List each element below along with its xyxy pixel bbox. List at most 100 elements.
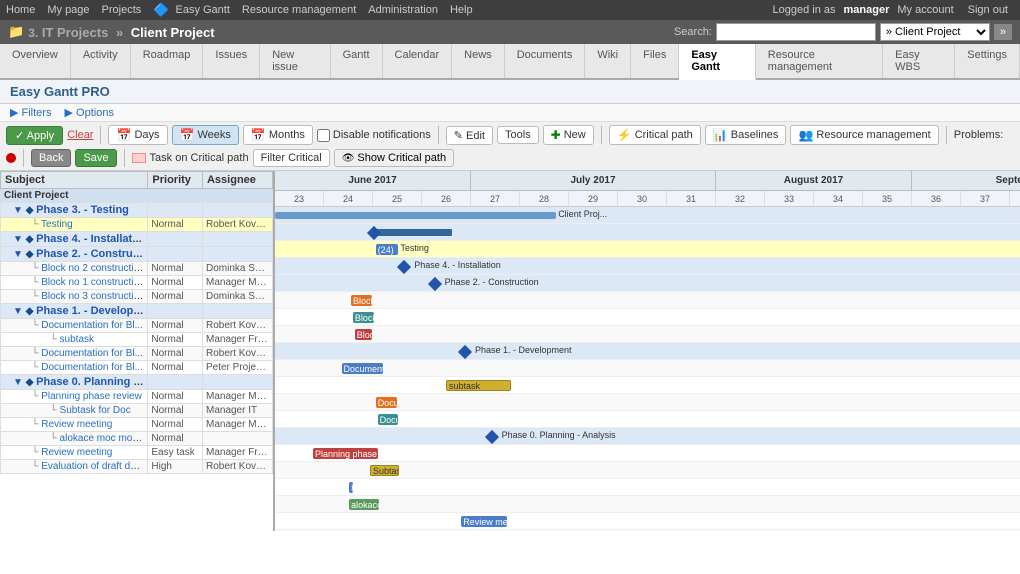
tab-gantt[interactable]: Gantt <box>331 44 383 78</box>
sign-out-link[interactable]: Sign out <box>968 4 1008 16</box>
gantt-bar[interactable]: Documentation for Block no 1 <box>376 397 397 408</box>
task-label[interactable]: subtask <box>60 334 94 345</box>
tab-easygantt[interactable]: Easy Gantt <box>679 44 755 80</box>
task-tree-icon: └ <box>31 362 38 373</box>
table-row: └ alokace moc moc mc... Normal <box>1 432 273 446</box>
apply-button[interactable]: ✓ Apply <box>6 126 63 145</box>
my-account-link[interactable]: My account <box>897 4 953 16</box>
options-toggle[interactable]: ▶ Options <box>65 106 114 119</box>
task-assignee-cell <box>202 232 272 247</box>
task-label[interactable]: Documentation for Bl... <box>41 320 143 331</box>
search-scope-select[interactable]: » Client Project <box>880 23 990 41</box>
tab-resource-mgmt[interactable]: Resource management <box>756 44 883 78</box>
filter-critical-button[interactable]: Filter Critical <box>253 149 330 167</box>
task-label[interactable]: Testing <box>41 219 73 230</box>
gantt-bar[interactable]: Block no 1 constructing <box>353 312 374 323</box>
right-panel[interactable]: June 2017July 2017August 2017September 2… <box>275 171 1020 531</box>
task-label[interactable]: Block no 1 constructing <box>41 277 144 288</box>
save-button[interactable]: Save <box>75 149 116 167</box>
gantt-bar[interactable]: Block no 3 constructing <box>355 329 372 340</box>
tab-calendar[interactable]: Calendar <box>383 44 453 78</box>
gantt-bar[interactable]: Subtask for Doc <box>370 465 399 476</box>
tab-files[interactable]: Files <box>631 44 679 78</box>
task-label[interactable]: Review meeting <box>41 419 112 430</box>
phase-toggle[interactable]: ▼ <box>13 377 23 388</box>
critical-path-button[interactable]: ⚡ Critical path <box>609 125 701 145</box>
tab-newissue[interactable]: New issue <box>260 44 330 78</box>
task-label[interactable]: Planning phase review <box>41 391 142 402</box>
tab-news[interactable]: News <box>452 44 505 78</box>
task-label[interactable]: Block no 2 constructing <box>41 263 144 274</box>
task-label[interactable]: Subtask for Doc <box>60 405 131 416</box>
gantt-bar[interactable] <box>376 229 452 236</box>
main-tabs: Overview Activity Roadmap Issues New iss… <box>0 44 1020 80</box>
back-button[interactable]: Back <box>31 149 71 167</box>
gantt-bar[interactable] <box>275 212 556 219</box>
task-label[interactable]: Documentation for Bl... <box>41 362 143 373</box>
col-assignee[interactable]: Assignee <box>202 172 272 189</box>
task-label[interactable]: Evaluation of draft doc... <box>41 461 148 472</box>
phase-label[interactable]: Phase 1. - Development <box>36 305 148 317</box>
phase-toggle[interactable]: ▼ <box>13 249 23 260</box>
phase-label[interactable]: Phase 3. - Testing <box>36 204 129 216</box>
disable-notifications-label[interactable]: Disable notifications <box>317 129 431 142</box>
search-btn[interactable]: » <box>994 24 1012 40</box>
baselines-button[interactable]: 📊 Baselines <box>705 125 787 145</box>
tools-button[interactable]: Tools <box>497 126 539 144</box>
tab-documents[interactable]: Documents <box>505 44 586 78</box>
nav-help[interactable]: Help <box>450 4 473 16</box>
filters-toggle[interactable]: ▶ Filters <box>10 106 51 119</box>
task-label[interactable]: Documentation for Bl... <box>41 348 143 359</box>
nav-projects[interactable]: Projects <box>102 4 142 16</box>
phase-label[interactable]: Phase 2. - Construction <box>36 248 148 260</box>
col-priority[interactable]: Priority <box>148 172 203 189</box>
gantt-bar[interactable]: alokace moc moc moc <box>349 499 379 510</box>
gantt-bar[interactable]: Documentation for Block no 3 <box>378 414 399 425</box>
gantt-bar[interactable]: Documentation for Block no 2 <box>342 363 384 374</box>
tab-easywbs[interactable]: Easy WBS <box>883 44 955 78</box>
gantt-bar[interactable]: Review meeting <box>349 482 353 493</box>
gantt-row: Phase 1. - Development <box>275 343 1020 360</box>
weeks-button[interactable]: 📅Weeks <box>172 125 239 145</box>
phase-toggle[interactable]: ▼ <box>13 234 23 245</box>
bar-label-outside: Testing <box>400 243 429 253</box>
tab-overview[interactable]: Overview <box>0 44 71 78</box>
days-button[interactable]: 📅Days <box>108 125 167 145</box>
phase-toggle[interactable]: ▼ <box>13 205 23 216</box>
problems-dot[interactable] <box>6 153 16 163</box>
gantt-bar[interactable]: Review meeting <box>461 516 507 527</box>
task-label[interactable]: Review meeting <box>41 447 112 458</box>
task-label[interactable]: Block no 3 constructing <box>41 291 144 302</box>
phase-label[interactable]: Phase 0. Planning - Analysis <box>36 376 148 388</box>
tab-issues[interactable]: Issues <box>203 44 260 78</box>
clear-button[interactable]: Clear <box>67 129 93 141</box>
nav-resource[interactable]: Resource management <box>242 4 356 16</box>
phase-label[interactable]: Phase 4. - Installation <box>36 233 148 245</box>
gantt-row: Subtask for Doc <box>275 462 1020 479</box>
tab-roadmap[interactable]: Roadmap <box>131 44 204 78</box>
table-row: └ Block no 2 constructing Normal Dominka… <box>1 262 273 276</box>
search-input[interactable] <box>716 23 876 41</box>
show-critical-path-button[interactable]: 👁 Show Critical path <box>334 149 454 167</box>
edit-button[interactable]: ✎ Edit <box>446 126 493 145</box>
nav-home[interactable]: Home <box>6 4 35 16</box>
col-subject[interactable]: Subject <box>1 172 148 189</box>
tab-wiki[interactable]: Wiki <box>585 44 631 78</box>
gantt-bar[interactable]: subtask <box>446 380 511 391</box>
gantt-bar[interactable]: (24) <box>376 244 399 255</box>
nav-admin[interactable]: Administration <box>368 4 438 16</box>
phase-toggle[interactable]: ▼ <box>13 306 23 317</box>
tab-activity[interactable]: Activity <box>71 44 131 78</box>
disable-notifications-checkbox[interactable] <box>317 129 330 142</box>
gantt-bar[interactable]: Planning phase review <box>313 448 378 459</box>
task-label[interactable]: alokace moc moc mc... <box>60 433 148 444</box>
nav-easygant[interactable]: Easy Gantt <box>175 4 229 16</box>
months-button[interactable]: 📅Months <box>243 125 313 145</box>
nav-mypage[interactable]: My page <box>47 4 89 16</box>
month-header-row: June 2017July 2017August 2017September 2… <box>275 171 1020 191</box>
tab-settings[interactable]: Settings <box>955 44 1020 78</box>
new-button[interactable]: ✚ New <box>543 125 594 145</box>
phase-label-outside: Phase 0. Planning - Analysis <box>502 430 616 440</box>
resource-management-button[interactable]: 👥 Resource management <box>790 125 938 145</box>
gantt-bar[interactable]: Block no 2 constructing <box>351 295 372 306</box>
